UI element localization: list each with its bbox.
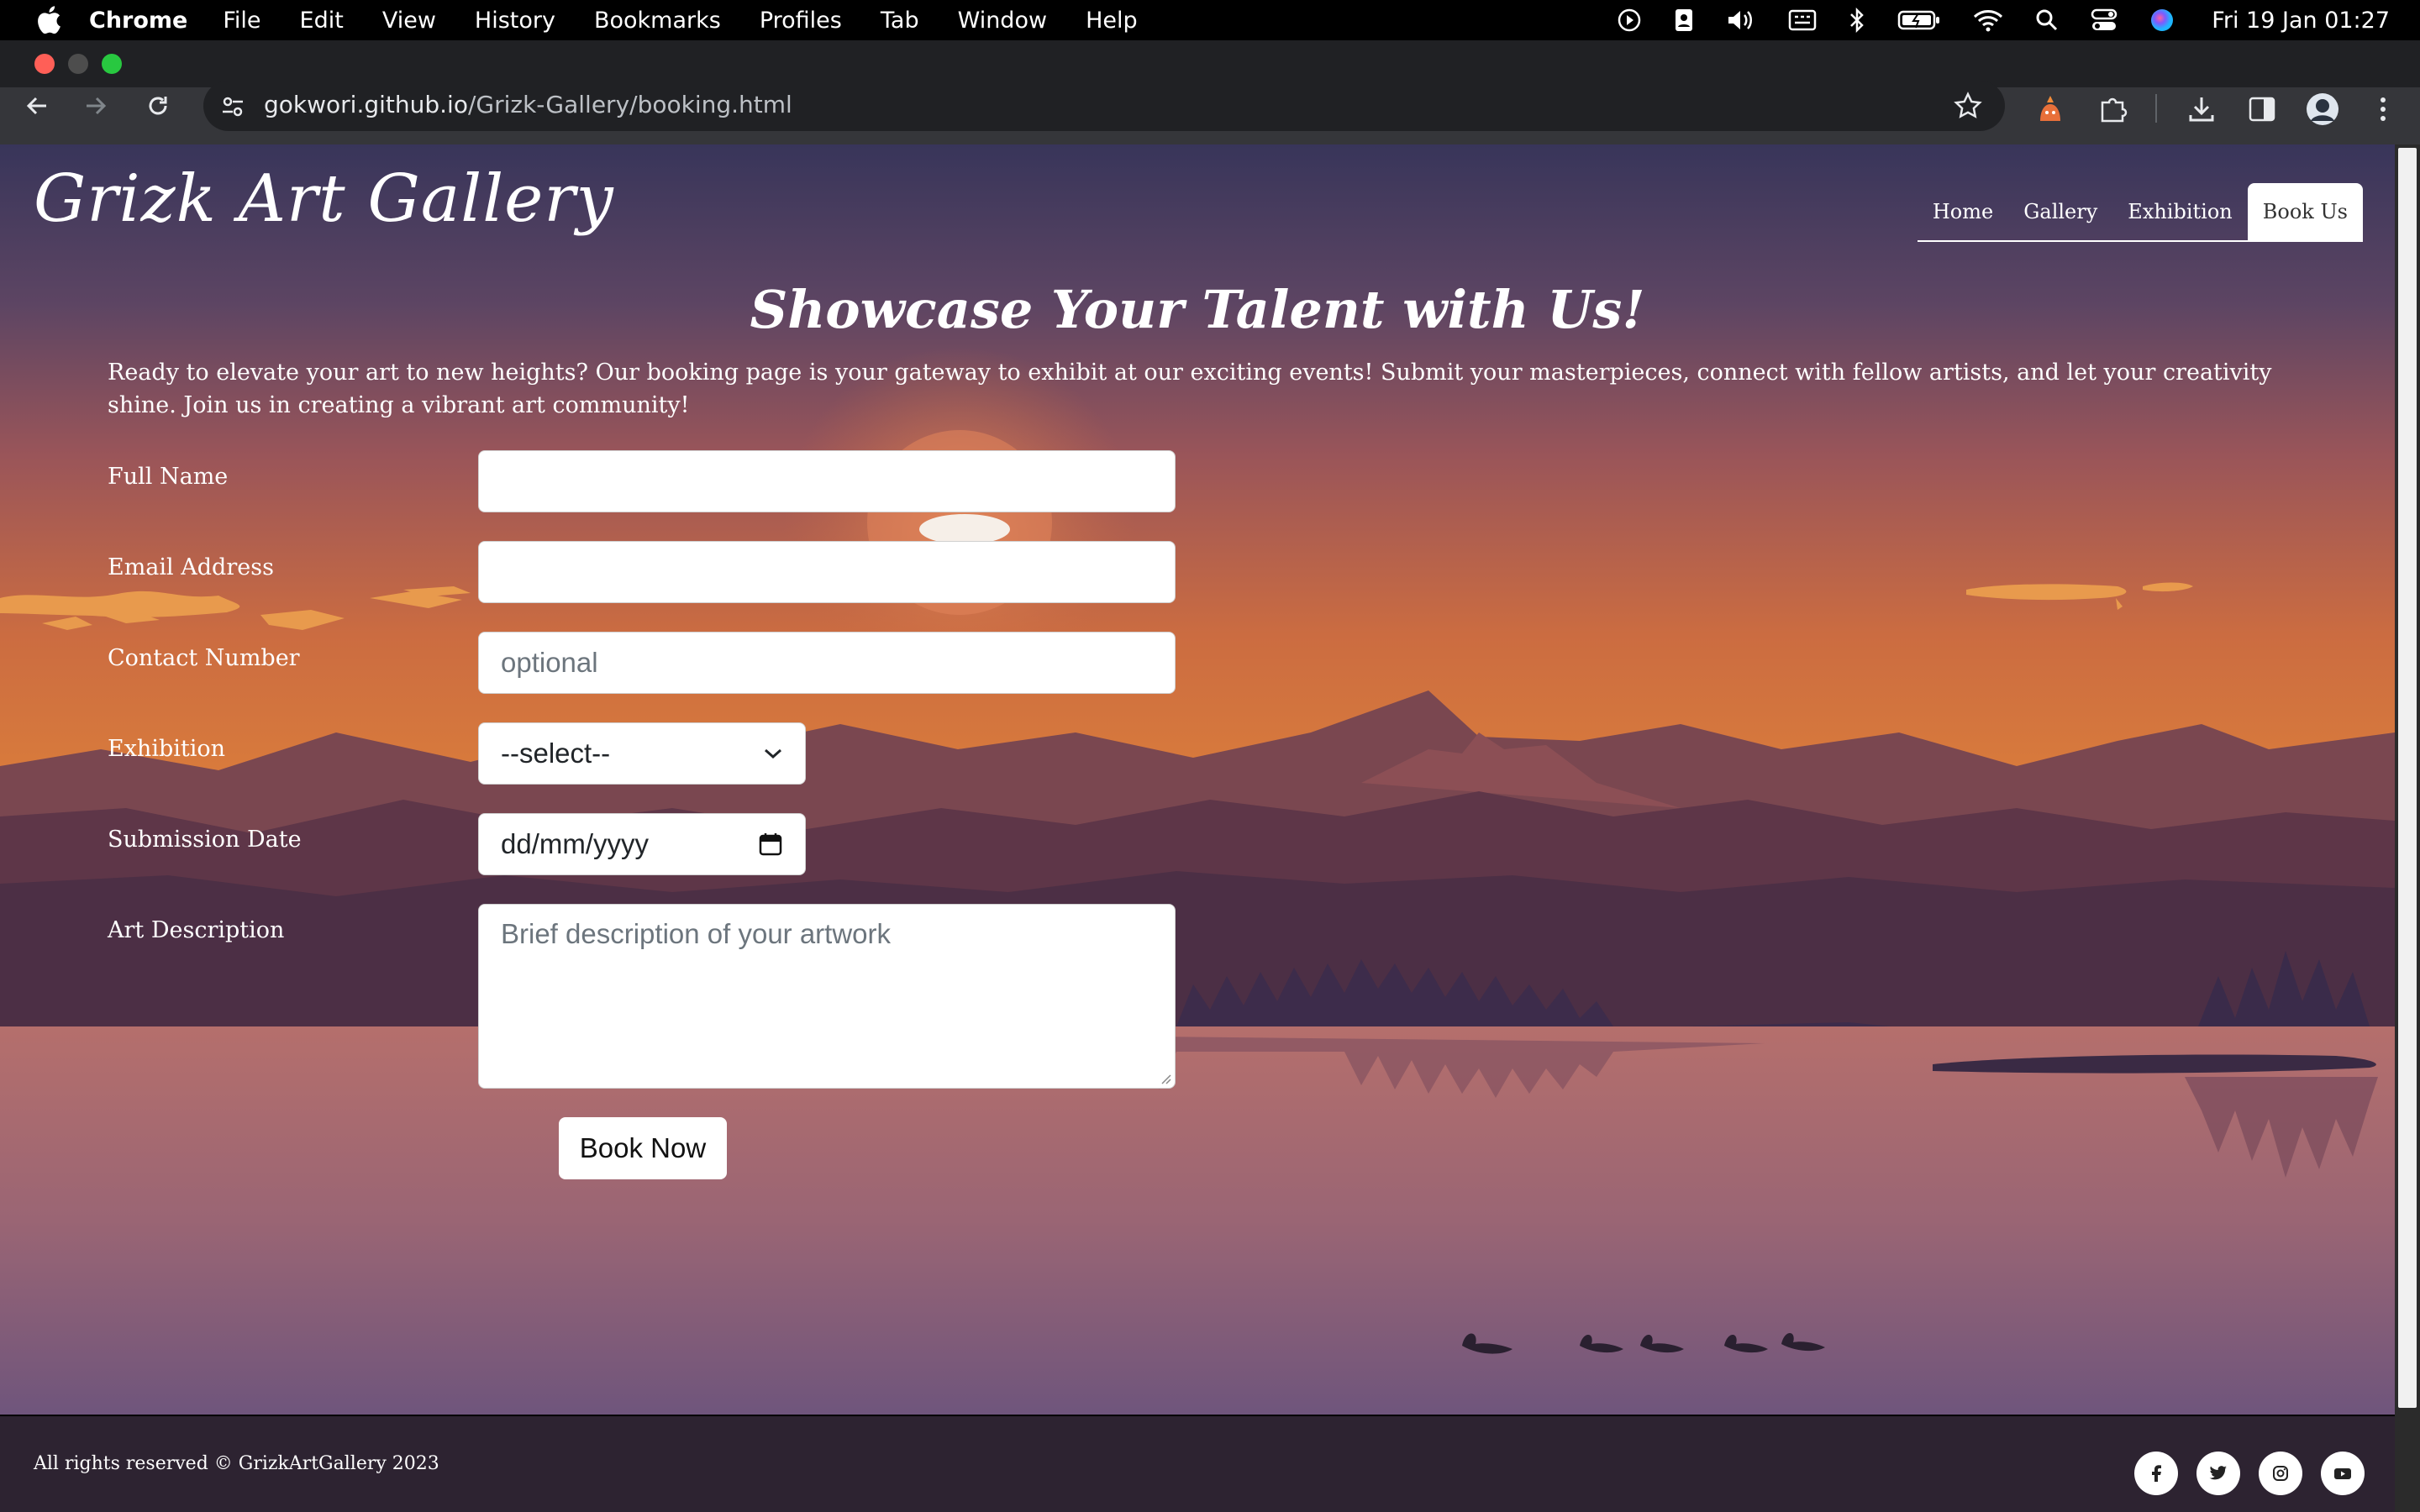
instagram-icon[interactable] xyxy=(2259,1452,2302,1495)
contact-number-field[interactable]: optional xyxy=(478,632,1176,694)
contacts-icon[interactable] xyxy=(1674,8,1694,33)
full-name-label: Full Name xyxy=(108,464,229,490)
window-close-button[interactable] xyxy=(34,54,55,74)
back-button[interactable] xyxy=(10,79,64,133)
arrow-right-icon xyxy=(87,97,107,115)
extensions-puzzle-icon[interactable] xyxy=(2091,87,2134,131)
site-footer: All rights reserved © GrizkArtGallery 20… xyxy=(0,1416,2395,1512)
toolbar-divider xyxy=(2155,94,2157,123)
battery-icon[interactable] xyxy=(1897,9,1941,31)
contact-number-label: Contact Number xyxy=(108,645,300,671)
date-value: dd/mm/yyyy xyxy=(501,828,650,859)
menu-app-chrome[interactable]: Chrome xyxy=(89,8,187,34)
nav-book-us[interactable]: Book Us xyxy=(2247,183,2363,240)
exhibition-selected-value: --select-- xyxy=(501,738,611,769)
window-minimize-button[interactable] xyxy=(68,54,88,74)
page-title: Showcase Your Talent with Us! xyxy=(750,279,1645,340)
screen-record-icon[interactable] xyxy=(1617,8,1642,33)
menu-profiles[interactable]: Profiles xyxy=(760,8,842,34)
url-text[interactable]: gokwori.github.io/Grizk-Gallery/booking.… xyxy=(264,91,792,118)
twitter-icon[interactable] xyxy=(2196,1452,2240,1495)
page-scrollbar[interactable] xyxy=(2395,144,2420,1512)
spotlight-search-icon[interactable] xyxy=(2035,8,2059,32)
arrow-left-icon xyxy=(26,97,46,115)
volume-icon[interactable] xyxy=(1726,8,1756,32)
facebook-icon[interactable] xyxy=(2134,1452,2178,1495)
site-info-icon[interactable] xyxy=(218,92,247,121)
reload-button[interactable] xyxy=(131,79,185,133)
url-host: gokwori.github.io xyxy=(264,91,468,118)
forward-button[interactable] xyxy=(69,79,123,133)
chevron-down-icon xyxy=(765,748,781,759)
menubar-clock[interactable]: Fri 19 Jan 01:27 xyxy=(2212,8,2390,34)
art-description-textarea[interactable]: Brief description of your artwork xyxy=(478,904,1176,1089)
footer-copyright: All rights reserved © GrizkArtGallery 20… xyxy=(34,1453,439,1474)
resize-handle-icon[interactable] xyxy=(1160,1073,1171,1084)
wifi-icon[interactable] xyxy=(1973,8,2003,32)
exhibition-label: Exhibition xyxy=(108,736,226,762)
menu-tab[interactable]: Tab xyxy=(881,8,919,34)
extension-firebug-icon[interactable] xyxy=(2028,87,2072,131)
full-name-field[interactable] xyxy=(478,450,1176,512)
nav-home[interactable]: Home xyxy=(1918,183,2008,240)
menu-file[interactable]: File xyxy=(223,8,260,34)
control-center-icon[interactable] xyxy=(2091,8,2118,32)
email-field[interactable] xyxy=(478,541,1176,603)
main-nav: Home Gallery Exhibition Book Us xyxy=(1917,183,2363,242)
sunset-landscape-background xyxy=(0,144,2395,1415)
siri-icon[interactable] xyxy=(2149,8,2175,33)
bookmark-star-icon[interactable] xyxy=(1953,91,1983,121)
macos-menu-bar: Chrome File Edit View History Bookmarks … xyxy=(0,0,2420,40)
menu-help[interactable]: Help xyxy=(1086,8,1138,34)
apple-icon[interactable] xyxy=(32,3,66,37)
bluetooth-icon[interactable] xyxy=(1849,8,1865,33)
keyboard-icon[interactable] xyxy=(1788,9,1817,31)
side-panel-icon[interactable] xyxy=(2240,87,2284,131)
menu-window[interactable]: Window xyxy=(958,8,1047,34)
art-description-label: Art Description xyxy=(108,917,285,943)
site-logo[interactable]: Grizk Art Gallery xyxy=(34,161,614,237)
email-label: Email Address xyxy=(108,554,274,580)
intro-paragraph: Ready to elevate your art to new heights… xyxy=(108,360,2272,418)
menu-edit[interactable]: Edit xyxy=(300,8,344,34)
window-zoom-button[interactable] xyxy=(102,54,122,74)
menu-bookmarks[interactable]: Bookmarks xyxy=(594,8,721,34)
calendar-icon[interactable] xyxy=(758,832,783,857)
art-description-placeholder: Brief description of your artwork xyxy=(501,918,892,949)
submission-date-label: Submission Date xyxy=(108,827,302,853)
book-now-button[interactable]: Book Now xyxy=(559,1117,727,1179)
nav-exhibition[interactable]: Exhibition xyxy=(2112,183,2247,240)
downloads-icon[interactable] xyxy=(2180,87,2223,131)
menu-history[interactable]: History xyxy=(475,8,555,34)
exhibition-select[interactable]: --select-- xyxy=(478,722,806,785)
address-bar[interactable]: gokwori.github.io/Grizk-Gallery/booking.… xyxy=(203,81,2005,131)
contact-number-placeholder: optional xyxy=(501,647,598,678)
chrome-menu-icon[interactable] xyxy=(2361,87,2405,131)
url-path: /Grizk-Gallery/booking.html xyxy=(467,91,792,118)
menu-view[interactable]: View xyxy=(382,8,436,34)
nav-gallery[interactable]: Gallery xyxy=(2008,183,2112,240)
youtube-icon[interactable] xyxy=(2321,1452,2365,1495)
reload-icon xyxy=(149,97,167,115)
submission-date-field[interactable]: dd/mm/yyyy xyxy=(478,813,806,875)
profile-avatar[interactable] xyxy=(2301,87,2344,131)
page-viewport: Grizk Art Gallery Home Gallery Exhibitio… xyxy=(0,144,2395,1512)
scrollbar-thumb[interactable] xyxy=(2398,148,2417,1408)
